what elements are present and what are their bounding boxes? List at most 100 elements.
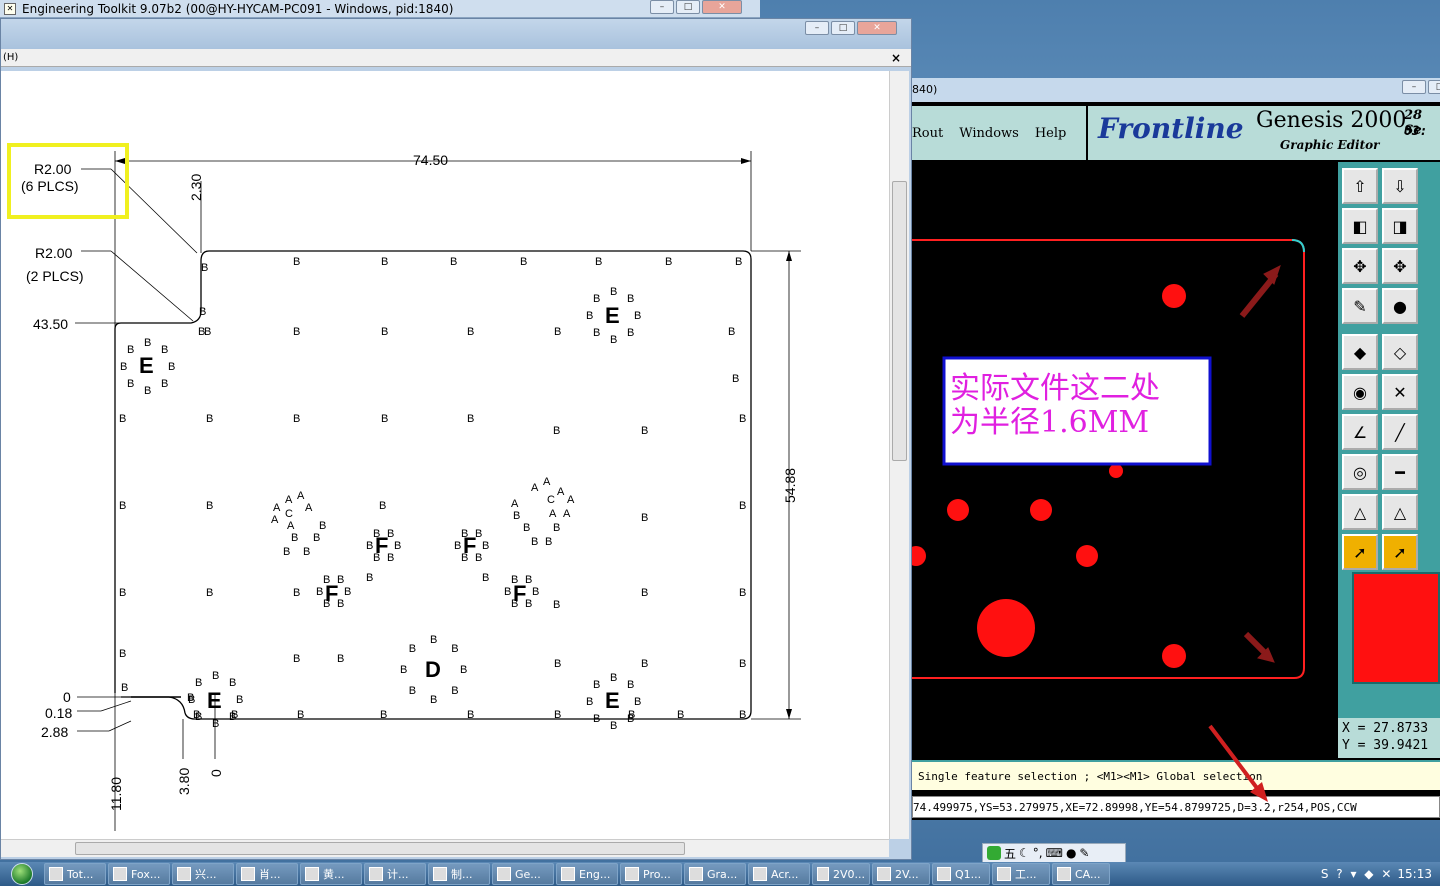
hole-label: B: [212, 718, 219, 730]
hole-label: B: [467, 326, 474, 338]
inner-maximize-button[interactable]: □: [831, 21, 855, 35]
close-button[interactable]: ✕: [702, 0, 742, 14]
tool-button-icon[interactable]: ∠: [1342, 414, 1378, 450]
tool-button-icon[interactable]: ✕: [1382, 374, 1418, 410]
tool-button-icon[interactable]: ◨: [1382, 208, 1418, 244]
taskbar-item[interactable]: CA...: [1052, 863, 1110, 885]
cursor-coordinates: X = 27.8733 Y = 39.9421: [1338, 718, 1440, 758]
hole-label: B: [451, 685, 458, 697]
horizontal-scrollbar[interactable]: [1, 839, 889, 857]
app-icon: [689, 867, 703, 881]
vertical-scrollbar[interactable]: [889, 71, 909, 839]
taskbar-item[interactable]: Ge...: [492, 863, 554, 885]
small-hole-label: A: [287, 520, 295, 532]
app-icon: [241, 867, 255, 881]
settings-icon[interactable]: ✎: [1079, 846, 1089, 860]
tool-button-icon[interactable]: ◎: [1342, 454, 1378, 490]
hole-label: B: [168, 361, 175, 373]
hole-label: B: [451, 643, 458, 655]
small-hole-label: A: [297, 490, 305, 502]
tray-icons[interactable]: S ? ▾ ◆ ✕: [1321, 867, 1394, 881]
taskbar-item[interactable]: 2V...: [872, 863, 930, 885]
hole-label: B: [344, 586, 351, 598]
tool-button-icon[interactable]: ⇩: [1382, 168, 1418, 204]
hole-label: B: [229, 677, 236, 689]
coord-x: X = 27.8733: [1342, 721, 1429, 736]
tool-button-icon[interactable]: ⇧: [1342, 168, 1378, 204]
inner-minimize-button[interactable]: –: [805, 21, 829, 35]
tool-button-icon[interactable]: ➚: [1382, 534, 1418, 570]
tool-button-icon[interactable]: ➚: [1342, 534, 1378, 570]
toolkit-titlebar[interactable]: ✕ Engineering Toolkit 9.07b2 (00@HY-HYCA…: [0, 0, 760, 18]
tool-button-icon[interactable]: ✥: [1382, 248, 1418, 284]
tool-button-icon[interactable]: △: [1382, 494, 1418, 530]
tool-button-icon[interactable]: △: [1342, 494, 1378, 530]
genesis-maximize-button[interactable]: □: [1428, 80, 1440, 94]
taskbar-item[interactable]: Pro...: [620, 863, 682, 885]
taskbar-item[interactable]: 黄...: [300, 863, 362, 885]
taskbar-item[interactable]: Q1...: [932, 863, 990, 885]
annotation-line-2: 为半径1.6MM: [950, 405, 1149, 440]
taskbar-item[interactable]: 2V0...: [812, 863, 870, 885]
app-icon: [49, 867, 63, 881]
hole-label: B: [532, 586, 539, 598]
taskbar-item[interactable]: 工...: [992, 863, 1050, 885]
tool-button-icon[interactable]: ◆: [1342, 334, 1378, 370]
tool-button-icon[interactable]: ◧: [1342, 208, 1378, 244]
hole-label: B: [212, 670, 219, 682]
menu-help[interactable]: Help: [1035, 126, 1067, 141]
user-icon[interactable]: ●: [1066, 846, 1076, 860]
genesis-minimize-button[interactable]: –: [1402, 80, 1426, 94]
taskbar-item-label: Tot...: [67, 867, 94, 881]
taskbar-item[interactable]: Fox...: [108, 863, 170, 885]
punctuation-icon[interactable]: °,: [1033, 846, 1043, 860]
annotation-line-1: 实际文件这二处: [950, 371, 1160, 406]
hole-label: B: [381, 256, 388, 268]
menu-rout[interactable]: Rout: [912, 126, 943, 141]
minimize-button[interactable]: –: [650, 0, 674, 14]
tool-button-icon[interactable]: ✎: [1342, 288, 1378, 324]
drawing-canvas[interactable]: 74.50 2.30 54.88 R2.00 (6 PLCS) R2.00 (2…: [1, 71, 889, 839]
inner-close-button[interactable]: ✕: [857, 21, 897, 35]
start-button[interactable]: [0, 862, 44, 886]
tool-button-icon[interactable]: ◉: [1342, 374, 1378, 410]
tool-button-icon[interactable]: ●: [1382, 288, 1418, 324]
hole-label: B: [366, 572, 373, 584]
taskbar-item[interactable]: 肖...: [236, 863, 298, 885]
hole-label: B: [313, 532, 320, 544]
taskbar-item[interactable]: Tot...: [44, 863, 106, 885]
menu-windows[interactable]: Windows: [959, 126, 1019, 141]
hole-label: B: [381, 326, 388, 338]
tool-button-icon[interactable]: ✥: [1342, 248, 1378, 284]
hole-label: B: [554, 709, 561, 721]
tool-button-icon[interactable]: ◇: [1382, 334, 1418, 370]
tool-button-icon[interactable]: ━: [1382, 454, 1418, 490]
ime-mode[interactable]: 五: [1004, 845, 1016, 862]
ime-toolbar[interactable]: 五 ☾ °, ⌨ ● ✎: [982, 843, 1126, 863]
hole-label: B: [206, 413, 213, 425]
taskbar-item[interactable]: Eng...: [556, 863, 618, 885]
clock[interactable]: 15:13: [1397, 867, 1432, 881]
annotation-arrows: [1239, 265, 1281, 663]
keyboard-icon[interactable]: ⌨: [1046, 846, 1063, 860]
board-thumbnail[interactable]: [1352, 572, 1440, 684]
taskbar-item[interactable]: 计...: [364, 863, 426, 885]
genesis-graphic-canvas[interactable]: 实际文件这二处 为半径1.6MM: [912, 162, 1338, 758]
app-icon: [561, 867, 575, 881]
command-line[interactable]: 74.499975,YS=53.279975,XE=72.89998,YE=54…: [912, 796, 1440, 818]
tool-button-icon[interactable]: ╱: [1382, 414, 1418, 450]
help-menu[interactable]: (H): [3, 52, 18, 63]
hole-label: B: [119, 587, 126, 599]
dim-018-label: 0.18: [45, 705, 72, 721]
horizontal-scroll-thumb[interactable]: [75, 842, 685, 855]
maximize-button[interactable]: □: [676, 0, 700, 14]
genesis-titlebar[interactable]: 840): [912, 78, 1440, 102]
taskbar-item-label: 2V0...: [832, 867, 865, 881]
document-close-button[interactable]: ×: [891, 49, 901, 67]
taskbar-item[interactable]: 制...: [428, 863, 490, 885]
taskbar-item[interactable]: 兴...: [172, 863, 234, 885]
taskbar-item[interactable]: Gra...: [684, 863, 746, 885]
taskbar-item[interactable]: Acr...: [748, 863, 810, 885]
vertical-scroll-thumb[interactable]: [892, 181, 907, 461]
moon-icon[interactable]: ☾: [1019, 846, 1030, 860]
